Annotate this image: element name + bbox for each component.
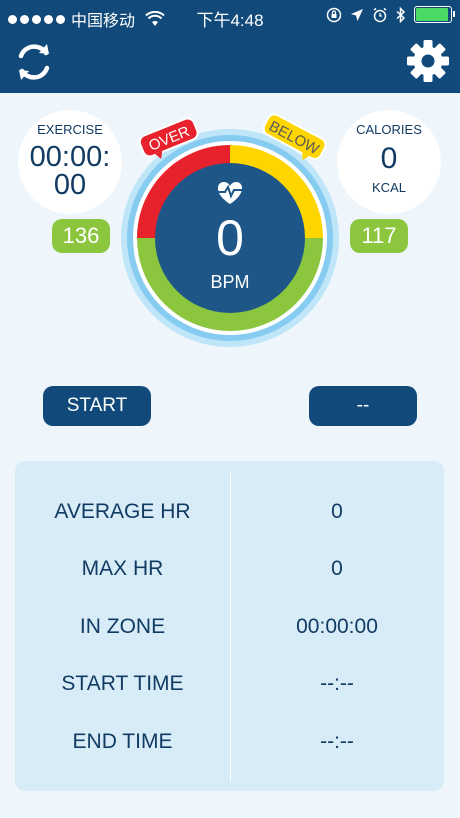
stat-value: 0 [331, 500, 343, 523]
bluetooth-icon [396, 6, 406, 23]
location-icon [351, 8, 363, 21]
stats-panel: AVERAGE HR 0 MAX HR 0 IN ZONE 00:00:00 S… [15, 461, 444, 791]
stat-label: AVERAGE HR [54, 500, 191, 523]
stat-row-end-time: END TIME --:-- [15, 722, 444, 762]
stat-value: 0 [331, 557, 343, 580]
lower-zone-badge: 136 [52, 219, 110, 253]
gear-icon[interactable] [405, 38, 451, 84]
bpm-value: 0 [216, 210, 244, 266]
upper-zone-badge: 117 [350, 219, 408, 253]
stat-value: 00:00:00 [296, 615, 378, 638]
battery-icon [414, 6, 455, 23]
exercise-label: EXERCISE [37, 122, 103, 137]
stat-value: --:-- [320, 672, 354, 695]
stat-label: END TIME [72, 730, 173, 753]
stat-row-start-time: START TIME --:-- [15, 664, 444, 704]
calories-label: CALORIES [356, 122, 422, 137]
stat-label: MAX HR [81, 557, 164, 580]
stat-row-in-zone: IN ZONE 00:00:00 [15, 607, 444, 647]
calories-value: 0 [380, 142, 398, 175]
calories-unit: KCAL [372, 180, 406, 195]
stat-row-max-hr: MAX HR 0 [15, 549, 444, 589]
mode-button[interactable]: -- [309, 386, 417, 426]
over-tag: OVER [138, 117, 199, 159]
stat-label: IN ZONE [79, 615, 166, 638]
start-button[interactable]: START [43, 386, 151, 426]
bpm-unit: BPM [210, 272, 249, 292]
exercise-time-line1: 00:00: [29, 141, 111, 173]
exercise-time-line2: 00 [53, 169, 87, 201]
sync-icon[interactable] [12, 40, 56, 84]
status-bar: 中国移动 下午4:48 [0, 0, 460, 32]
stat-label: START TIME [61, 672, 184, 695]
stat-row-average-hr: AVERAGE HR 0 [15, 492, 444, 532]
exercise-time: 00:00: 00 [14, 141, 126, 201]
rotation-lock-icon [326, 7, 342, 22]
alarm-icon [373, 7, 387, 22]
below-tag: BELOW [262, 113, 327, 161]
stat-value: --:-- [320, 730, 354, 753]
